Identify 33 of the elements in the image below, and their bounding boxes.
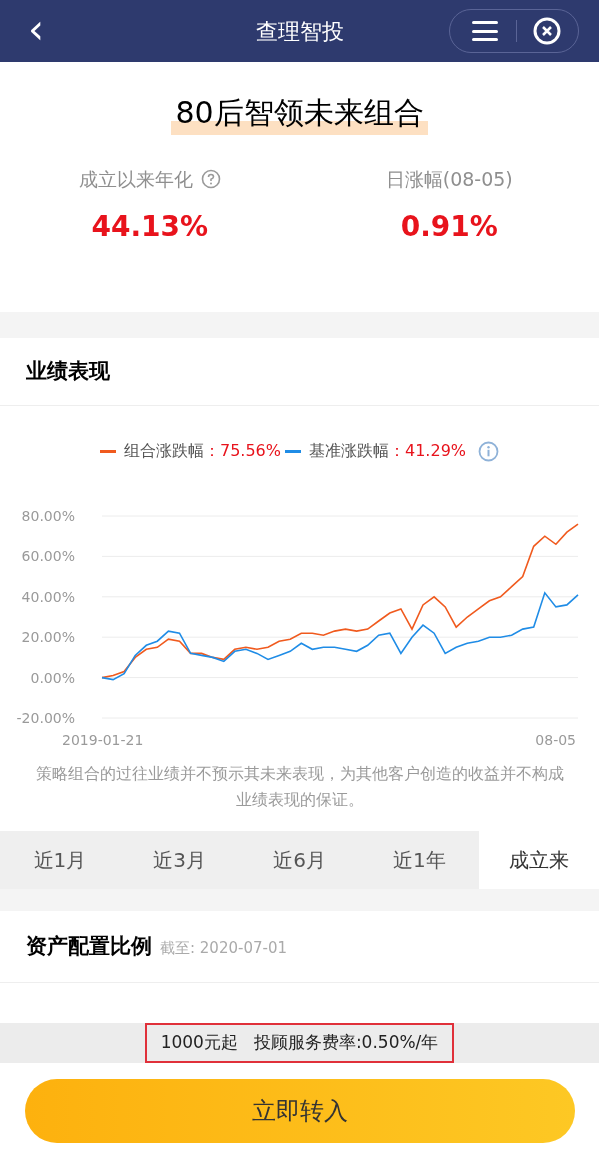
tick-label: 80.00% bbox=[21, 508, 75, 524]
tick-label: 0.00% bbox=[30, 669, 75, 686]
tick-label: 2019-01-21 bbox=[62, 732, 144, 746]
section-title: 业绩表现 bbox=[26, 357, 110, 385]
legend-value: ：41.29% bbox=[389, 440, 466, 462]
section-title: 资产配置比例 bbox=[26, 932, 152, 960]
transfer-in-button[interactable]: 立即转入 bbox=[24, 1079, 575, 1143]
period-tab[interactable]: 近3月 bbox=[119, 831, 240, 889]
menu-icon[interactable] bbox=[472, 21, 498, 41]
period-tab[interactable]: 近1年 bbox=[359, 831, 480, 889]
period-tab[interactable]: 近1月 bbox=[0, 831, 120, 889]
tick-label: 60.00% bbox=[21, 548, 75, 565]
close-icon[interactable] bbox=[533, 17, 561, 45]
stat-value: 0.91% bbox=[400, 208, 498, 245]
tick-label: 20.00% bbox=[21, 629, 75, 646]
legend-value: ：75.56% bbox=[204, 440, 281, 462]
minimum-amount: 1000元起 bbox=[160, 1031, 238, 1055]
stat-label: 日涨幅(08-05) bbox=[385, 167, 513, 192]
as-of-date: 截至: 2020-07-01 bbox=[160, 938, 287, 960]
tick-label: -20.00% bbox=[16, 710, 75, 726]
period-tab[interactable]: 成立来 bbox=[479, 831, 599, 889]
page-title: 查理智投 bbox=[255, 17, 344, 46]
legend-label: 基准涨跌幅 bbox=[309, 440, 389, 462]
tick-label: 08-05 bbox=[535, 732, 576, 746]
help-icon[interactable] bbox=[200, 169, 221, 190]
stat-label: 成立以来年化 bbox=[78, 167, 193, 192]
service-fee: 投顾服务费率:0.50%/年 bbox=[253, 1031, 439, 1055]
disclaimer-text: 策略组合的过往业绩并不预示其未来表现，为其他客户创造的收益并不构成业绩表现的保证。 bbox=[34, 763, 565, 811]
tick-label: 40.00% bbox=[21, 588, 75, 605]
stat-value: 44.13% bbox=[91, 208, 209, 245]
legend-label: 组合涨跌幅 bbox=[124, 440, 204, 462]
period-tab[interactable]: 近6月 bbox=[239, 831, 360, 889]
back-button[interactable]: ‹ bbox=[20, 8, 52, 49]
